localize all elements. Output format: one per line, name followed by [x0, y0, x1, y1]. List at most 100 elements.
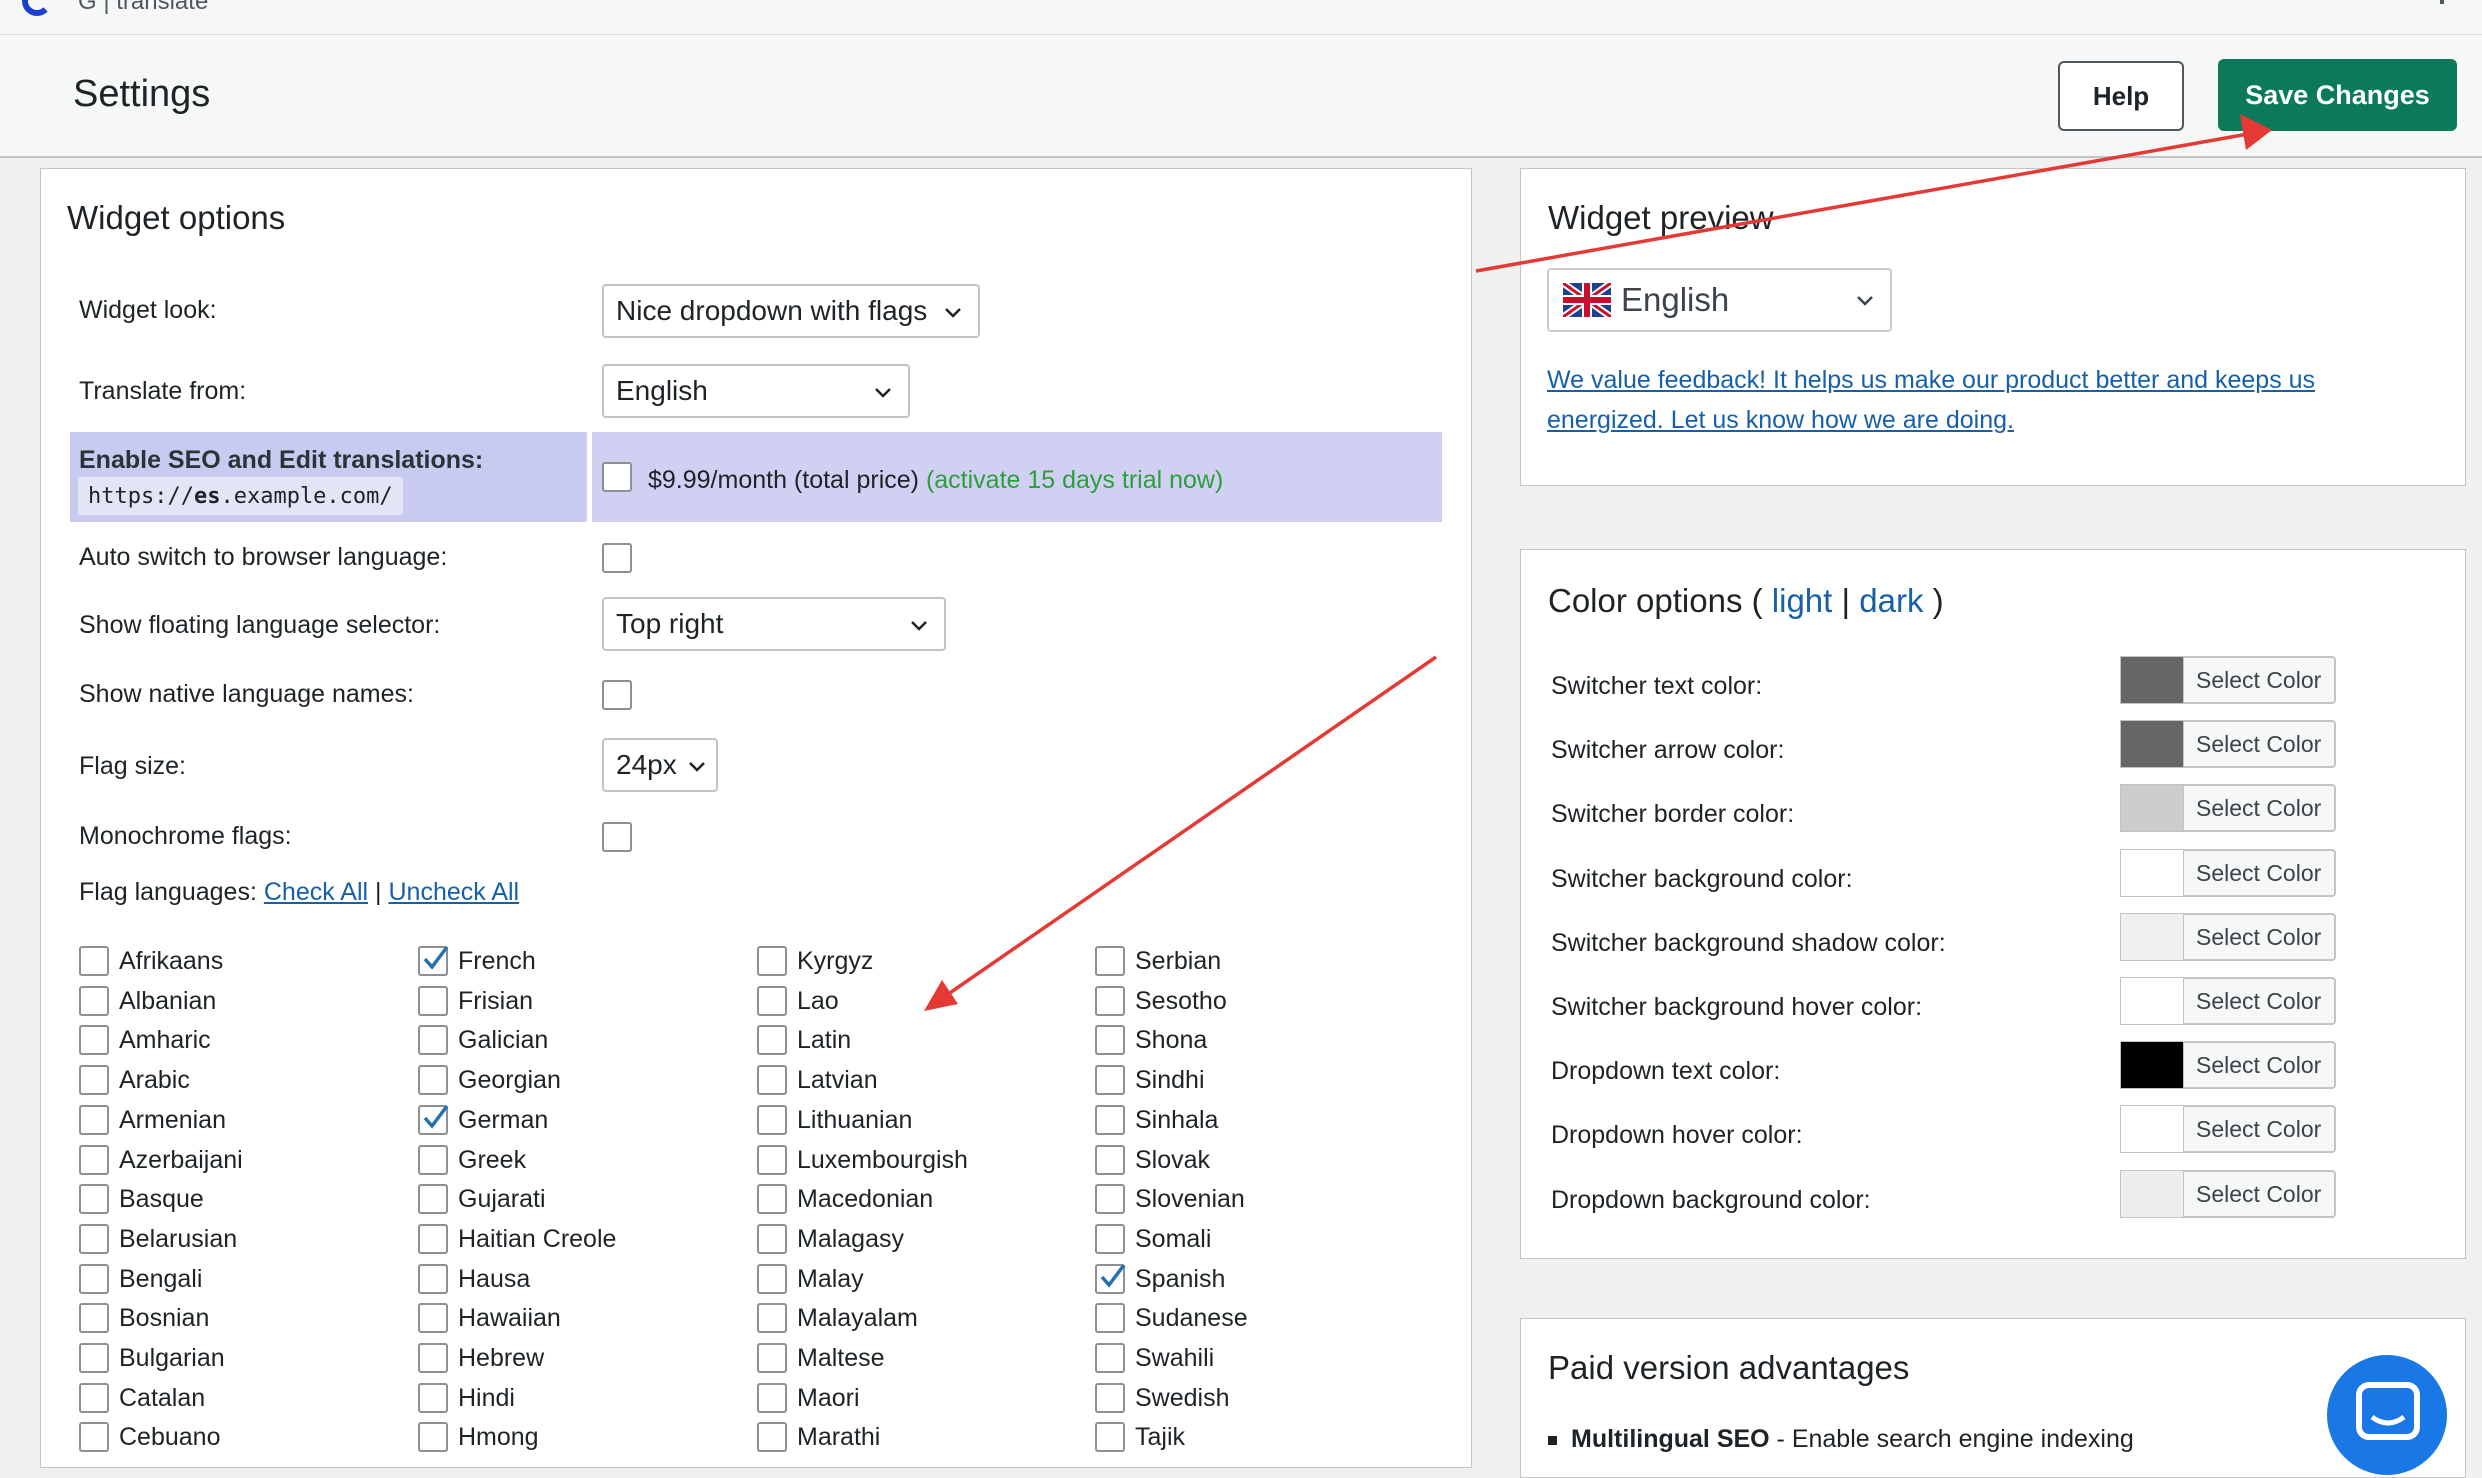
language-option[interactable]: Bulgarian — [79, 1343, 225, 1373]
language-option[interactable]: Slovenian — [1095, 1184, 1245, 1214]
language-checkbox[interactable] — [79, 986, 109, 1016]
light-theme-link[interactable]: light — [1772, 582, 1833, 619]
language-checkbox[interactable] — [79, 1264, 109, 1294]
select-color-button[interactable]: Select Color — [2120, 849, 2336, 897]
language-option[interactable]: French — [418, 945, 536, 976]
select-color-button[interactable]: Select Color — [2120, 784, 2336, 832]
language-option[interactable]: Latin — [757, 1025, 851, 1055]
chat-support-button[interactable] — [2327, 1355, 2447, 1475]
seo-checkbox[interactable] — [602, 462, 632, 492]
language-checkbox[interactable] — [757, 1422, 787, 1452]
language-switcher-preview[interactable]: English — [1547, 268, 1892, 332]
flag-size-select[interactable]: 24px — [602, 738, 718, 792]
language-checkbox[interactable] — [1095, 946, 1125, 976]
language-checkbox[interactable] — [757, 1343, 787, 1373]
language-checkbox[interactable] — [79, 1025, 109, 1055]
language-option[interactable]: Serbian — [1095, 946, 1221, 976]
language-checkbox[interactable] — [1095, 1343, 1125, 1373]
language-option[interactable]: Sudanese — [1095, 1303, 1248, 1333]
language-checkbox[interactable] — [79, 1145, 109, 1175]
dark-theme-link[interactable]: dark — [1859, 582, 1923, 619]
language-option[interactable]: Somali — [1095, 1224, 1211, 1254]
language-checkbox[interactable] — [418, 1104, 449, 1135]
pin-icon[interactable] — [2440, 0, 2444, 4]
language-option[interactable]: Slovak — [1095, 1145, 1210, 1175]
seo-trial-link[interactable]: (activate 15 days trial now) — [926, 466, 1223, 494]
language-checkbox[interactable] — [1095, 1263, 1126, 1294]
help-button[interactable]: Help — [2058, 61, 2184, 131]
select-color-button[interactable]: Select Color — [2120, 977, 2336, 1025]
select-color-button[interactable]: Select Color — [2120, 1170, 2336, 1218]
language-option[interactable]: German — [418, 1104, 548, 1135]
language-checkbox[interactable] — [757, 1025, 787, 1055]
language-checkbox[interactable] — [1095, 1184, 1125, 1214]
select-color-button[interactable]: Select Color — [2120, 720, 2336, 768]
language-option[interactable]: Swedish — [1095, 1383, 1230, 1413]
language-option[interactable]: Malagasy — [757, 1224, 904, 1254]
language-checkbox[interactable] — [757, 946, 787, 976]
translate-from-select[interactable]: English — [602, 364, 910, 418]
language-checkbox[interactable] — [79, 946, 109, 976]
language-option[interactable]: Kyrgyz — [757, 946, 873, 976]
language-checkbox[interactable] — [418, 1264, 448, 1294]
language-checkbox[interactable] — [757, 986, 787, 1016]
language-checkbox[interactable] — [1095, 1105, 1125, 1135]
language-option[interactable]: Maltese — [757, 1343, 885, 1373]
language-checkbox[interactable] — [418, 1145, 448, 1175]
language-checkbox[interactable] — [79, 1303, 109, 1333]
language-checkbox[interactable] — [418, 1025, 448, 1055]
language-checkbox[interactable] — [1095, 1224, 1125, 1254]
language-option[interactable]: Frisian — [418, 986, 533, 1016]
language-option[interactable]: Haitian Creole — [418, 1224, 616, 1254]
select-color-button[interactable]: Select Color — [2120, 913, 2336, 961]
language-option[interactable]: Sesotho — [1095, 986, 1227, 1016]
save-changes-button[interactable]: Save Changes — [2218, 59, 2457, 131]
language-checkbox[interactable] — [757, 1184, 787, 1214]
language-checkbox[interactable] — [418, 1065, 448, 1095]
language-option[interactable]: Spanish — [1095, 1263, 1225, 1294]
language-checkbox[interactable] — [79, 1383, 109, 1413]
language-option[interactable]: Marathi — [757, 1422, 880, 1452]
language-checkbox[interactable] — [1095, 1303, 1125, 1333]
language-checkbox[interactable] — [757, 1065, 787, 1095]
language-option[interactable]: Albanian — [79, 986, 216, 1016]
language-checkbox[interactable] — [418, 1224, 448, 1254]
language-option[interactable]: Afrikaans — [79, 946, 223, 976]
language-option[interactable]: Latvian — [757, 1065, 878, 1095]
language-checkbox[interactable] — [418, 1383, 448, 1413]
language-option[interactable]: Georgian — [418, 1065, 561, 1095]
check-all-link[interactable]: Check All — [264, 878, 368, 906]
language-option[interactable]: Arabic — [79, 1065, 190, 1095]
language-option[interactable]: Hausa — [418, 1264, 530, 1294]
language-checkbox[interactable] — [418, 1303, 448, 1333]
language-checkbox[interactable] — [79, 1224, 109, 1254]
language-checkbox[interactable] — [757, 1303, 787, 1333]
language-checkbox[interactable] — [418, 986, 448, 1016]
select-color-button[interactable]: Select Color — [2120, 656, 2336, 704]
language-checkbox[interactable] — [79, 1343, 109, 1373]
language-checkbox[interactable] — [1095, 986, 1125, 1016]
language-checkbox[interactable] — [757, 1264, 787, 1294]
language-checkbox[interactable] — [1095, 1422, 1125, 1452]
floating-selector-select[interactable]: Top right — [602, 597, 946, 651]
native-names-checkbox[interactable] — [602, 680, 632, 710]
language-option[interactable]: Lithuanian — [757, 1105, 912, 1135]
language-option[interactable]: Hebrew — [418, 1343, 544, 1373]
language-option[interactable]: Hmong — [418, 1422, 539, 1452]
language-option[interactable]: Bosnian — [79, 1303, 209, 1333]
language-option[interactable]: Belarusian — [79, 1224, 237, 1254]
language-checkbox[interactable] — [1095, 1025, 1125, 1055]
language-option[interactable]: Sindhi — [1095, 1065, 1205, 1095]
language-option[interactable]: Hawaiian — [418, 1303, 561, 1333]
language-option[interactable]: Swahili — [1095, 1343, 1214, 1373]
uncheck-all-link[interactable]: Uncheck All — [388, 878, 519, 906]
language-option[interactable]: Tajik — [1095, 1422, 1185, 1452]
monochrome-checkbox[interactable] — [602, 822, 632, 852]
language-checkbox[interactable] — [1095, 1065, 1125, 1095]
feedback-link[interactable]: We value feedback! It helps us make our … — [1547, 360, 2407, 440]
language-option[interactable]: Basque — [79, 1184, 204, 1214]
language-option[interactable]: Catalan — [79, 1383, 205, 1413]
select-color-button[interactable]: Select Color — [2120, 1041, 2336, 1089]
select-color-button[interactable]: Select Color — [2120, 1105, 2336, 1153]
language-option[interactable]: Lao — [757, 986, 839, 1016]
